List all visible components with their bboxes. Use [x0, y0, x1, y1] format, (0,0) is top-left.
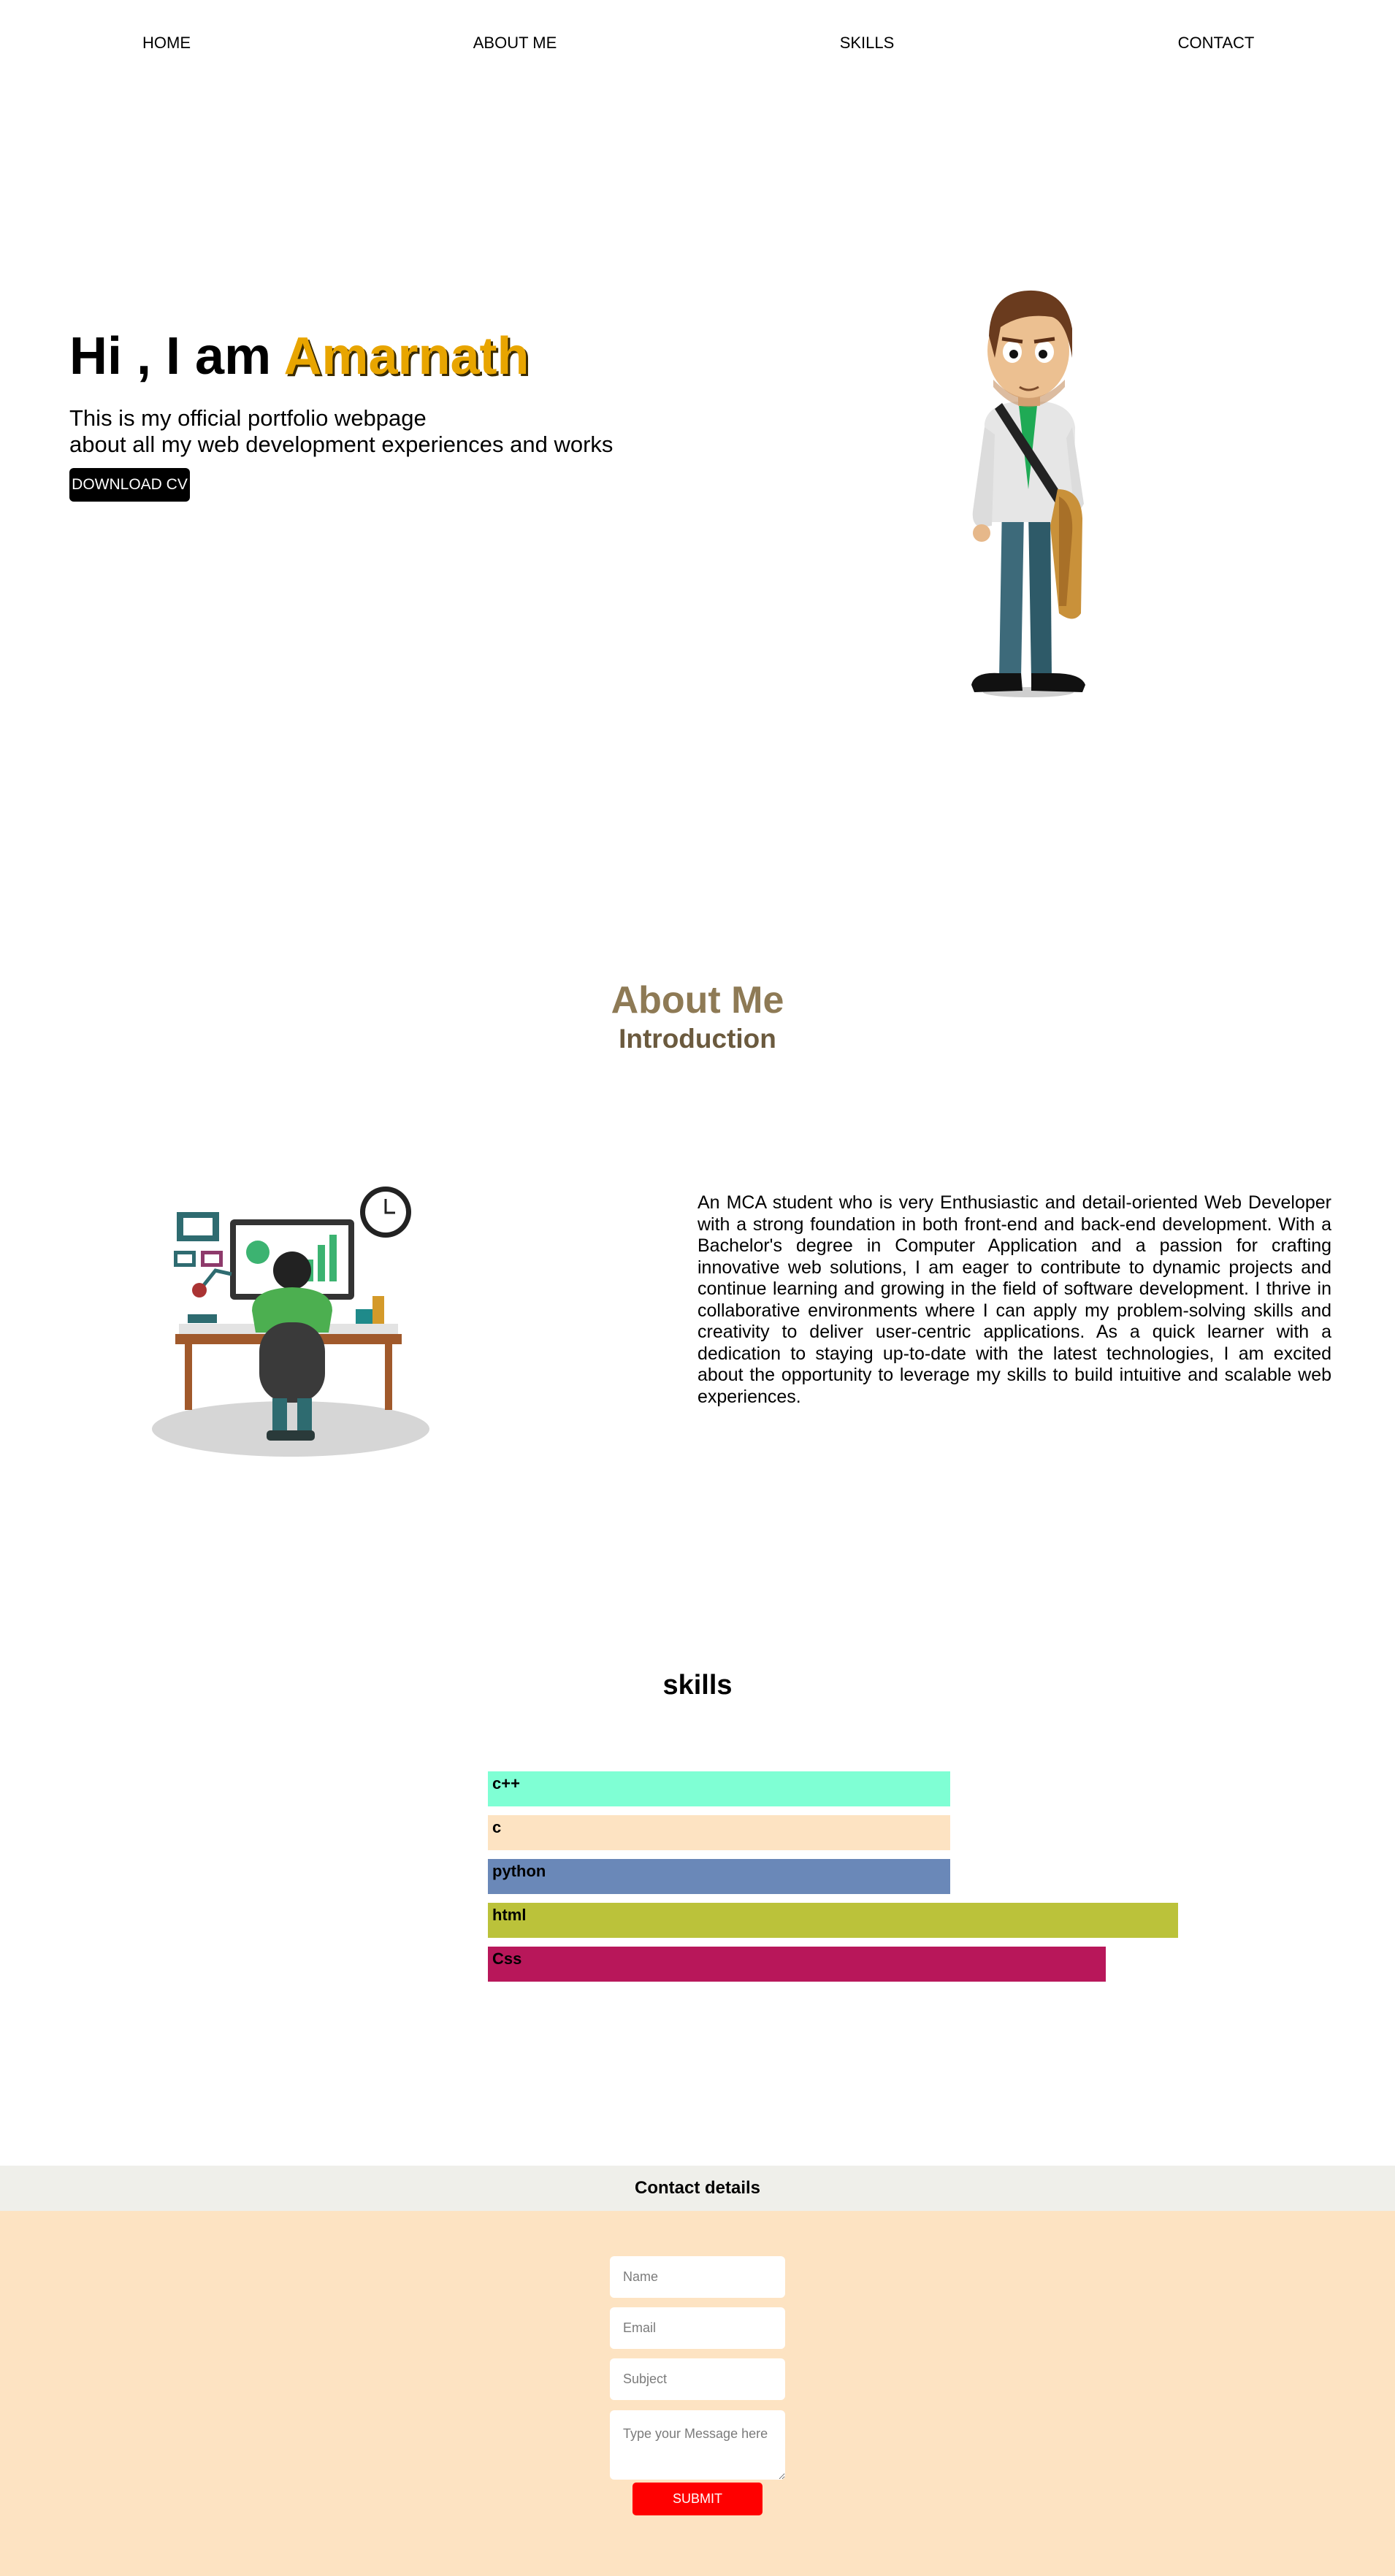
skills-title: skills — [662, 1670, 733, 1701]
hero-heading: Hi , I am Amarnath — [69, 330, 530, 383]
nav-about-link[interactable]: ABOUT ME — [473, 34, 557, 53]
skill-label: Css — [492, 1950, 522, 1968]
about-paragraph: An MCA student who is very Enthusiastic … — [698, 1192, 1331, 1407]
subject-input[interactable] — [610, 2358, 785, 2400]
developer-at-desk-illustration — [152, 1187, 429, 1457]
contact-header: Contact details — [0, 2166, 1395, 2211]
skill-label: c++ — [492, 1774, 520, 1793]
hero-line-2: about all my web development experiences… — [69, 432, 614, 457]
skill-bar-cpp: c++ — [488, 1771, 950, 1806]
download-cv-button[interactable]: DOWNLOAD CV — [69, 468, 190, 502]
submit-button[interactable]: SUBMIT — [632, 2483, 763, 2515]
skill-label: python — [492, 1862, 546, 1880]
message-textarea[interactable] — [610, 2410, 785, 2480]
cartoon-man-illustration — [971, 290, 1085, 697]
about-subtitle: Introduction — [619, 1024, 776, 1054]
name-input[interactable] — [610, 2256, 785, 2298]
hero-greeting: Hi , I am — [69, 327, 272, 386]
skill-bar-css: Css — [488, 1947, 1106, 1982]
nav-contact-link[interactable]: CONTACT — [1178, 34, 1255, 53]
email-input[interactable] — [610, 2307, 785, 2349]
hero-line-1: This is my official portfolio webpage — [69, 405, 427, 431]
skill-bar-python: python — [488, 1859, 950, 1894]
about-title: About Me — [611, 979, 784, 1021]
nav-skills-link[interactable]: SKILLS — [840, 34, 895, 53]
skill-label: html — [492, 1906, 527, 1924]
hero-description: This is my official portfolio webpage ab… — [69, 405, 613, 458]
top-nav: HOME ABOUT ME SKILLS CONTACT — [0, 0, 1395, 89]
skill-bar-html: html — [488, 1903, 1178, 1938]
skill-bar-c: c — [488, 1815, 950, 1850]
nav-home-link[interactable]: HOME — [142, 34, 191, 53]
portfolio-page: HOME ABOUT ME SKILLS CONTACT Hi , I am A… — [0, 0, 1395, 2576]
hero-name: Amarnath — [283, 327, 530, 386]
contact-heading: Contact details — [634, 2178, 761, 2198]
skill-label: c — [492, 1818, 502, 1836]
